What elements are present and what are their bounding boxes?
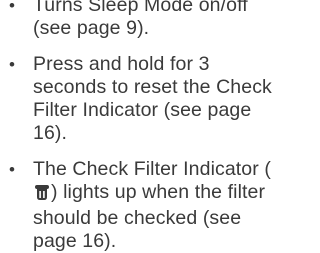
list-item-text: Turns Sleep Mode on/off (see page 9).: [33, 0, 248, 39]
bullet-icon: •: [9, 55, 16, 74]
list-item: • The Check Filter Indicator () lights u…: [8, 158, 284, 253]
list-item-text-before-icon: The Check Filter Indicator (: [33, 158, 271, 180]
bullet-icon: •: [9, 160, 16, 179]
list-item-text-after-icon: ) lights up when the filter should be ch…: [33, 181, 266, 252]
instruction-list: • Turns Sleep Mode on/off (see page 9). …: [8, 0, 284, 253]
list-item-text: Press and hold for 3 seconds to reset th…: [33, 53, 272, 144]
bullet-icon: •: [9, 0, 16, 15]
list-item: • Press and hold for 3 seconds to reset …: [8, 53, 284, 145]
filter-indicator-icon: [34, 183, 50, 207]
list-item: • Turns Sleep Mode on/off (see page 9).: [8, 0, 284, 40]
